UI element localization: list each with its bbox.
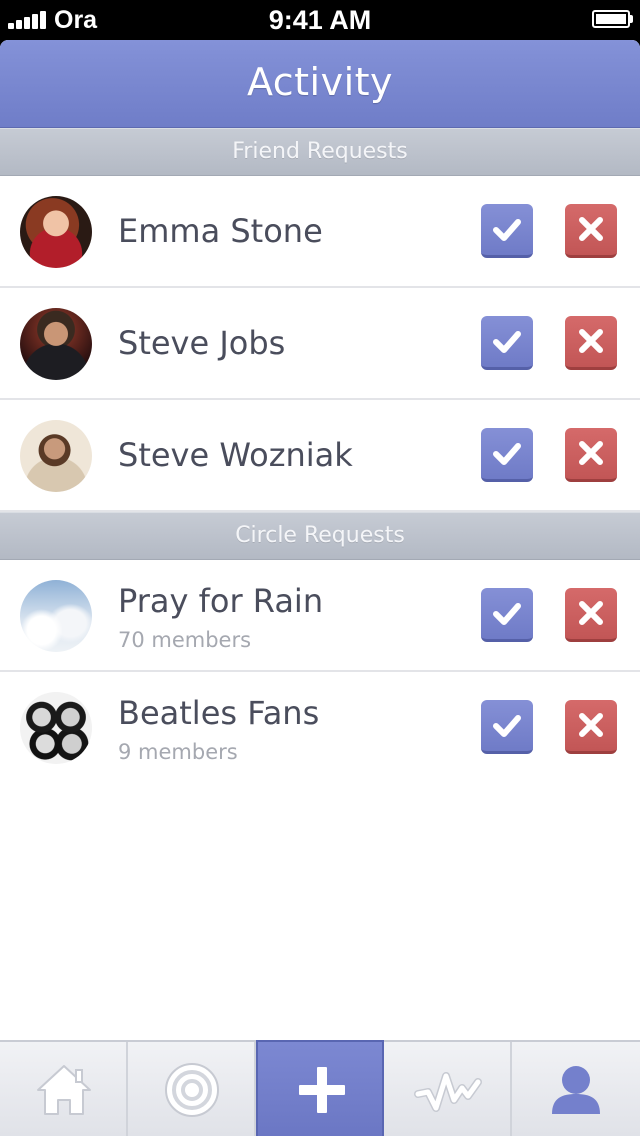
activity-pulse-icon bbox=[414, 1072, 482, 1112]
app-view: Activity Friend Requests Emma Stone Stev… bbox=[0, 40, 640, 1136]
phone-screen: Ora 9:41 AM Activity Friend Requests Emm… bbox=[0, 0, 640, 1136]
request-name: Emma Stone bbox=[118, 212, 323, 250]
home-icon bbox=[37, 1065, 91, 1115]
close-icon bbox=[579, 713, 603, 737]
navigation-bar: Activity bbox=[0, 40, 640, 128]
profile-icon bbox=[552, 1066, 600, 1114]
target-icon bbox=[165, 1063, 219, 1117]
avatar bbox=[20, 580, 92, 652]
close-icon bbox=[579, 601, 603, 625]
tab-circles[interactable] bbox=[128, 1042, 256, 1136]
decline-button[interactable] bbox=[565, 588, 617, 642]
tab-profile[interactable] bbox=[512, 1042, 640, 1136]
decline-button[interactable] bbox=[565, 700, 617, 754]
checkmark-icon bbox=[493, 219, 521, 241]
battery-icon bbox=[592, 10, 630, 28]
request-name: Pray for Rain bbox=[118, 582, 324, 620]
page-title: Activity bbox=[246, 60, 394, 104]
decline-button[interactable] bbox=[565, 428, 617, 482]
tab-home[interactable] bbox=[0, 1042, 128, 1136]
request-name: Beatles Fans bbox=[118, 694, 320, 732]
section-header-circle-requests: Circle Requests bbox=[0, 512, 640, 560]
member-count: 70 members bbox=[118, 628, 252, 652]
close-icon bbox=[579, 441, 603, 465]
accept-button[interactable] bbox=[481, 588, 533, 642]
decline-button[interactable] bbox=[565, 316, 617, 370]
avatar bbox=[20, 692, 92, 764]
checkmark-icon bbox=[493, 443, 521, 465]
checkmark-icon bbox=[493, 603, 521, 625]
decline-button[interactable] bbox=[565, 204, 617, 258]
accept-button[interactable] bbox=[481, 204, 533, 258]
accept-button[interactable] bbox=[481, 428, 533, 482]
tab-add[interactable] bbox=[256, 1040, 384, 1136]
accept-button[interactable] bbox=[481, 700, 533, 754]
checkmark-icon bbox=[493, 331, 521, 353]
member-count: 9 members bbox=[118, 740, 238, 764]
friend-request-row: Steve Jobs bbox=[0, 288, 640, 400]
avatar bbox=[20, 420, 92, 492]
accept-button[interactable] bbox=[481, 316, 533, 370]
friend-request-row: Emma Stone bbox=[0, 176, 640, 288]
request-name: Steve Jobs bbox=[118, 324, 286, 362]
circle-request-row: Pray for Rain 70 members bbox=[0, 560, 640, 672]
tab-activity[interactable] bbox=[384, 1042, 512, 1136]
friend-request-row: Steve Wozniak bbox=[0, 400, 640, 512]
plus-icon bbox=[299, 1067, 345, 1113]
close-icon bbox=[579, 217, 603, 241]
request-name: Steve Wozniak bbox=[118, 436, 353, 474]
close-icon bbox=[579, 329, 603, 353]
checkmark-icon bbox=[493, 715, 521, 737]
tab-bar bbox=[0, 1040, 640, 1136]
circle-request-row: Beatles Fans 9 members bbox=[0, 672, 640, 784]
section-header-friend-requests: Friend Requests bbox=[0, 128, 640, 176]
battery-tip bbox=[630, 15, 633, 23]
avatar bbox=[20, 196, 92, 268]
status-time: 9:41 AM bbox=[268, 5, 372, 35]
avatar bbox=[20, 308, 92, 380]
status-bar: Ora 9:41 AM bbox=[0, 0, 640, 40]
